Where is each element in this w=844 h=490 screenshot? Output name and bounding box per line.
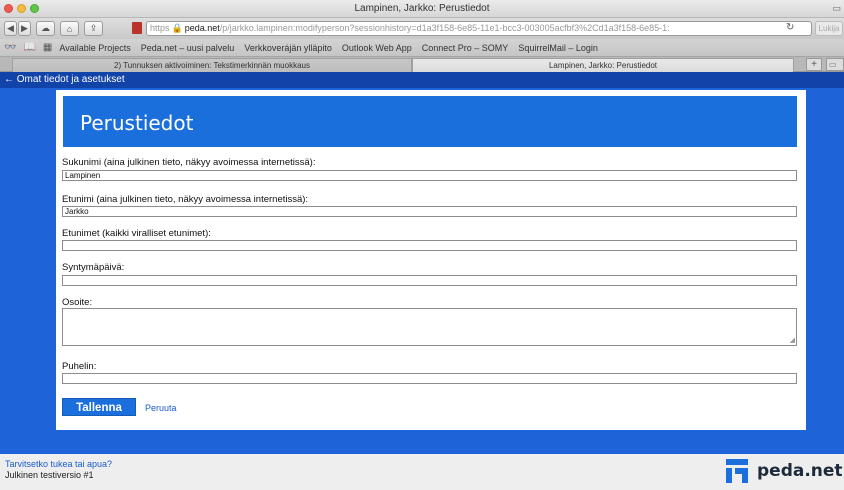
lock-icon: 🔒 — [171, 23, 183, 33]
url-path: /p/jarkko.lampinen:modifyperson?sessionh… — [219, 23, 670, 33]
url-host: peda.net — [184, 23, 220, 33]
back-to-settings-link[interactable]: ← Omat tiedot ja asetukset — [4, 74, 125, 85]
bookmark-item[interactable]: Peda.net – uusi palvelu — [141, 43, 235, 53]
tab-perustiedot[interactable]: Lampinen, Jarkko: Perustiedot — [412, 58, 794, 72]
resize-grip-icon[interactable]: ◢ — [790, 337, 795, 344]
reader-button[interactable]: Lukija — [815, 21, 843, 36]
address-label: Osoite: — [62, 297, 93, 308]
bookmark-item[interactable]: Outlook Web App — [342, 43, 412, 53]
form-header: Perustiedot — [63, 96, 797, 147]
help-link[interactable]: Tarvitsetko tukea tai apua? — [5, 459, 112, 469]
top-sites-icon[interactable]: ▦ — [43, 42, 52, 53]
address-bar[interactable]: https 🔒 peda.net/p/jarkko.lampinen:modifyp… — [146, 21, 812, 36]
all-firstnames-input[interactable] — [62, 240, 797, 251]
phone-label: Puhelin: — [62, 361, 97, 372]
peda-net-logo[interactable]: peda.net — [726, 459, 843, 483]
bookmark-item[interactable]: Available Projects — [59, 43, 130, 53]
forward-button[interactable]: ▶ — [18, 21, 31, 36]
tab-activation[interactable]: 2) Tunnuksen aktivoiminen: Tekstimerkinn… — [12, 58, 412, 72]
browser-toolbar: ◀ ▶ ☁ ⌂ ⇪ https 🔒 peda.net/p/jarkko.lampin… — [0, 18, 844, 39]
birthdate-label: Syntymäpäivä: — [62, 262, 125, 273]
home-icon[interactable]: ⌂ — [60, 21, 79, 36]
tab-overview-icon[interactable]: ▭ — [826, 58, 844, 71]
new-tab-button[interactable]: + — [806, 58, 822, 71]
all-firstnames-label: Etunimet (kaikki viralliset etunimet): — [62, 228, 211, 239]
firstname-input[interactable] — [62, 206, 797, 217]
toolbar-toggle-icon[interactable]: ▭ — [832, 3, 841, 14]
firstname-label: Etunimi (aina julkinen tieto, näkyy avoi… — [62, 194, 309, 205]
logo-text: peda.net — [757, 461, 843, 481]
share-icon[interactable]: ⇪ — [84, 21, 103, 36]
bookmarks-bar: 👓 📖 ▦ Available Projects Peda.net – uusi… — [0, 39, 844, 56]
form-card: Perustiedot Sukunimi (aina julkinen tiet… — [56, 90, 806, 430]
birthdate-input[interactable] — [62, 275, 797, 286]
version-text: Julkinen testiversio #1 — [5, 470, 94, 480]
reload-icon[interactable]: ↻ — [786, 22, 794, 33]
surname-label: Sukunimi (aina julkinen tieto, näkyy avo… — [62, 157, 316, 168]
tab-bar: 2) Tunnuksen aktivoiminen: Tekstimerkinn… — [0, 56, 844, 72]
peda-logo-icon — [726, 459, 748, 483]
reading-list-icon[interactable]: 👓 — [4, 42, 16, 53]
window-titlebar: Lampinen, Jarkko: Perustiedot ▭ — [0, 0, 844, 18]
cancel-link[interactable]: Peruuta — [145, 403, 177, 413]
icloud-icon[interactable]: ☁ — [36, 21, 55, 36]
surname-input[interactable] — [62, 170, 797, 181]
phone-input[interactable] — [62, 373, 797, 384]
bookmark-item[interactable]: Connect Pro – SOMY — [422, 43, 509, 53]
save-button[interactable]: Tallenna — [62, 398, 136, 416]
window-title: Lampinen, Jarkko: Perustiedot — [354, 3, 490, 14]
bookmarks-icon[interactable]: 📖 — [23, 42, 35, 53]
pdf-extension-icon[interactable] — [132, 22, 142, 34]
bookmark-item[interactable]: Verkkoverájän ylläpito — [244, 43, 332, 53]
address-textarea[interactable]: ◢ — [62, 308, 797, 346]
back-button[interactable]: ◀ — [4, 21, 17, 36]
url-scheme: https — [150, 23, 170, 33]
bookmark-item[interactable]: SquirrelMail – Login — [518, 43, 598, 53]
page-footer: Tarvitsetko tukea tai apua? Julkinen tes… — [0, 454, 844, 490]
page-title: Perustiedot — [80, 111, 194, 135]
top-navigation: ← Omat tiedot ja asetukset — [0, 72, 844, 88]
